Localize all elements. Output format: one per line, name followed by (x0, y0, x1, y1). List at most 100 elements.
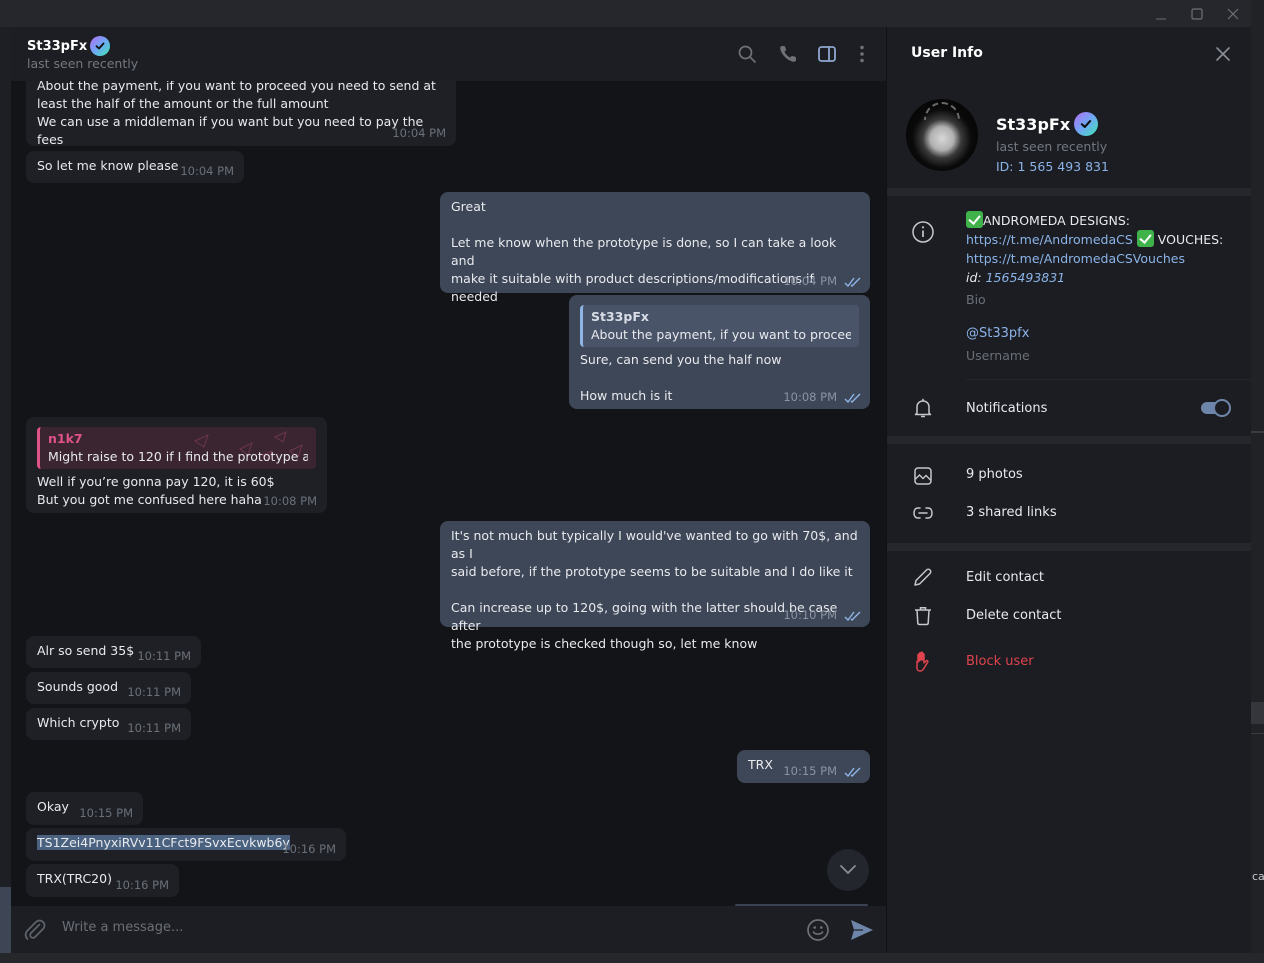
chat-area: St33pFx last seen recently About the pay… (11, 27, 886, 953)
verified-badge-icon (1074, 112, 1099, 136)
emoji-button[interactable] (806, 918, 830, 942)
title-bar (0, 0, 1251, 27)
message-bubble[interactable]: Which crypto 10:11 PM (26, 708, 191, 740)
reply-quote[interactable]: St33pFx About the payment, if you want t… (580, 305, 859, 347)
check-mark-emoji-icon (1136, 230, 1154, 247)
read-checkmarks-icon (844, 767, 861, 777)
message-text: So let me know please (37, 158, 179, 173)
photos-link[interactable]: 9 photos (966, 467, 1023, 482)
bio-text: ANDROMEDA DESIGNS: https://t.me/Andromed… (966, 211, 1236, 287)
message-time: 10:10 PM (783, 608, 837, 622)
bio-vouches-label: VOUCHES: (1157, 232, 1224, 247)
bio-id-label: id: (966, 270, 982, 285)
message-time: 10:04 PM (392, 126, 446, 140)
message-bubble[interactable]: n1k7 Might raise to 120 if I find the pr… (26, 417, 327, 513)
profile-name: St33pFx (996, 114, 1071, 134)
minimize-button[interactable] (1153, 6, 1169, 22)
message-bubble[interactable]: Sounds good 10:11 PM (26, 672, 191, 704)
message-time: 10:11 PM (127, 721, 181, 735)
bio-line: ANDROMEDA DESIGNS: (983, 213, 1130, 228)
message-line: Well if you’re gonna pay 120, it is 60$ (37, 474, 275, 489)
block-user-button[interactable]: Block user (966, 654, 1034, 669)
notifications-label[interactable]: Notifications (966, 401, 1047, 416)
message-time: 10:15 PM (783, 764, 837, 778)
scroll-to-bottom-button[interactable] (827, 849, 869, 891)
message-line (451, 216, 859, 234)
message-line: said before, if the prototype seems to b… (451, 564, 853, 579)
edit-contact-button[interactable]: Edit contact (966, 570, 1044, 585)
call-button[interactable] (777, 43, 799, 65)
message-bubble[interactable]: TRX(TRC20) 10:16 PM (26, 864, 179, 897)
close-panel-button[interactable] (1214, 45, 1232, 63)
message-bubble[interactable]: Okay 10:15 PM (26, 792, 143, 825)
message-line: Sure, can send you the half now (580, 352, 782, 367)
message-line: It's not much but typically I would've w… (451, 528, 858, 561)
message-text: Alr so send 35$ (37, 643, 135, 658)
section-separator (887, 188, 1251, 196)
maximize-button[interactable] (1189, 6, 1205, 22)
bio-label: Bio (966, 292, 986, 307)
message-bubble[interactable]: It's not much but typically I would've w… (440, 521, 870, 651)
hand-stop-icon (911, 650, 935, 674)
message-time: 10:08 PM (263, 494, 317, 508)
message-text: Okay (37, 799, 69, 814)
message-bubble[interactable]: Alr so send 35$ 10:11 PM (26, 636, 201, 668)
message-line: About the payment, if you want to procee… (37, 81, 436, 93)
read-checkmarks-icon (844, 277, 861, 287)
message-bubble[interactable]: Great Let me know when the prototype is … (440, 192, 870, 304)
message-time: 10:11 PM (127, 685, 181, 699)
chat-title[interactable]: St33pFx (27, 36, 111, 56)
pencil-icon (911, 565, 935, 589)
verified-badge-icon (90, 36, 111, 56)
reply-quote[interactable]: n1k7 Might raise to 120 if I find the pr… (37, 427, 316, 469)
check-mark-emoji-icon (966, 211, 983, 228)
message-input[interactable] (62, 920, 792, 935)
send-button[interactable] (849, 918, 875, 942)
trash-icon (911, 604, 935, 628)
info-icon (911, 220, 935, 244)
message-text: TRX(TRC20) (37, 871, 112, 886)
notifications-toggle[interactable] (1201, 399, 1231, 417)
message-bubble[interactable]: TS1Zei4PnyxiRVv11CFct9FSvxEcvkwb6y 10:16… (26, 828, 346, 861)
background-bar (1251, 702, 1264, 724)
message-list[interactable]: About the payment, if you want to procee… (11, 81, 886, 906)
avatar[interactable] (906, 99, 978, 171)
message-line: We can use a middleman if you want but y… (37, 114, 424, 147)
username-value[interactable]: @St33pfx (966, 326, 1029, 341)
shared-links-link[interactable]: 3 shared links (966, 505, 1057, 520)
bell-icon (911, 396, 935, 420)
window-close-button[interactable] (1225, 6, 1241, 22)
delete-contact-button[interactable]: Delete contact (966, 608, 1062, 623)
message-bubble[interactable]: TRX 10:15 PM (737, 750, 870, 783)
more-menu-button[interactable] (851, 43, 873, 65)
wallet-address-text[interactable]: TS1Zei4PnyxiRVv11CFct9FSvxEcvkwb6y (37, 835, 290, 850)
chat-name: St33pFx (27, 38, 88, 54)
chat-list-edge (0, 27, 11, 953)
section-separator (887, 436, 1251, 444)
bio-id-value[interactable]: 1565493831 (986, 270, 1066, 285)
message-time: 10:04 PM (783, 274, 837, 288)
chat-status: last seen recently (27, 56, 139, 71)
section-separator (887, 543, 1251, 551)
username-label: Username (966, 348, 1030, 363)
more-icon (860, 45, 864, 63)
bio-link-andromeda[interactable]: https://t.me/AndromedaCS (966, 232, 1133, 247)
message-bubble[interactable]: About the payment, if you want to procee… (26, 81, 456, 147)
sidebar-toggle-icon (818, 46, 836, 62)
toggle-info-panel-button[interactable] (816, 43, 838, 65)
profile-id[interactable]: ID: 1 565 493 831 (996, 159, 1109, 174)
read-checkmarks-icon (844, 611, 861, 621)
message-line: Let me know when the prototype is done, … (451, 235, 837, 268)
message-bubble[interactable]: St33pFx About the payment, if you want t… (569, 295, 870, 409)
panel-title: User Info (911, 45, 983, 61)
message-bubble[interactable]: So let me know please 10:04 PM (26, 151, 244, 183)
send-icon (851, 920, 873, 940)
user-info-panel: User Info St33pFx last seen recently ID:… (886, 27, 1251, 953)
message-text: Which crypto (37, 715, 120, 730)
bio-link-vouches[interactable]: https://t.me/AndromedaCSVouches (966, 251, 1185, 266)
chat-header[interactable]: St33pFx last seen recently (11, 27, 886, 81)
attach-button[interactable] (23, 918, 47, 942)
message-line: the prototype is checked though so, let … (451, 636, 758, 651)
read-checkmarks-icon (844, 393, 861, 403)
search-button[interactable] (736, 43, 758, 65)
